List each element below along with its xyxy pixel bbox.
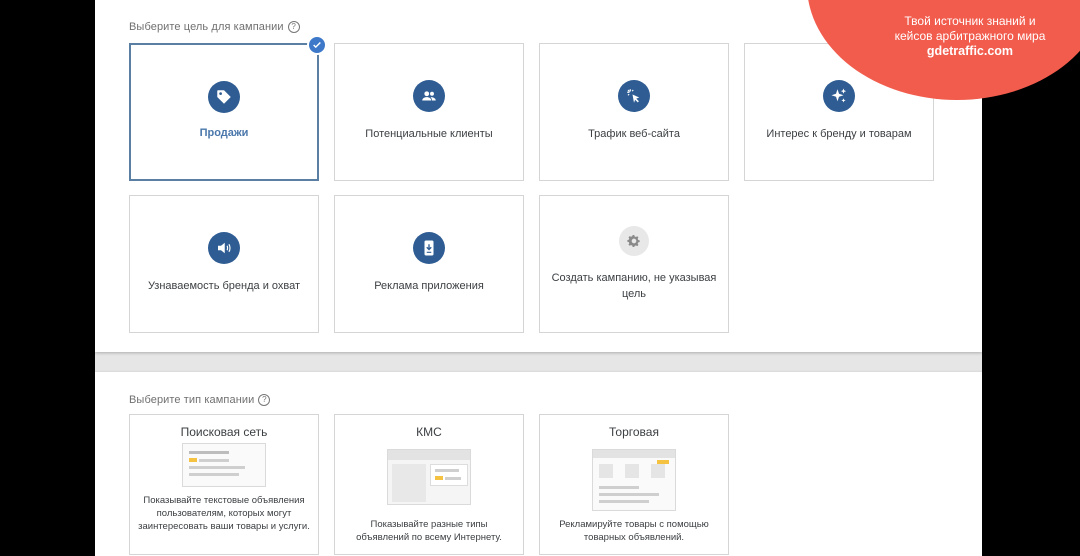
type-label: КМС xyxy=(416,425,442,439)
goal-card-awareness[interactable]: Узнаваемость бренда и охват xyxy=(129,195,319,333)
help-icon[interactable]: ? xyxy=(287,21,300,33)
goal-card-app-promo[interactable]: Реклама приложения xyxy=(334,195,524,333)
goal-card-no-goal[interactable]: Создать кампанию, не указывая цель xyxy=(539,195,729,333)
type-section-title-text: Выберите тип кампании xyxy=(129,394,255,406)
goal-label: Интерес к бренду и товарам xyxy=(766,128,912,140)
goal-label: Потенциальные клиенты xyxy=(365,128,493,140)
phone-download-icon xyxy=(413,232,445,264)
type-label: Торговая xyxy=(609,425,659,439)
type-description: Рекламируйте товары с помощью товарных о… xyxy=(559,519,709,543)
campaign-type-panel: Выберите тип кампании ? Поисковая сеть П… xyxy=(95,372,982,556)
watermark-text: Твой источник знаний и кейсов арбитражно… xyxy=(860,14,1080,59)
goal-label: Трафик веб-сайта xyxy=(588,128,680,140)
goal-section-title: Выберите цель для кампании ? xyxy=(129,21,300,33)
type-label: Поисковая сеть xyxy=(180,425,268,439)
display-ad-illustration xyxy=(387,449,471,505)
goal-card-leads[interactable]: Потенциальные клиенты xyxy=(334,43,524,181)
type-card-search[interactable]: Поисковая сеть Показывайте текстовые объ… xyxy=(129,414,319,555)
goal-label: Реклама приложения xyxy=(374,280,484,292)
cursor-click-icon xyxy=(618,80,650,112)
gear-icon xyxy=(619,226,649,256)
help-icon[interactable]: ? xyxy=(258,394,271,406)
goal-label: Узнаваемость бренда и охват xyxy=(147,280,301,292)
goal-card-traffic[interactable]: Трафик веб-сайта xyxy=(539,43,729,181)
type-description: Показывайте разные типы объявлений по вс… xyxy=(356,519,502,543)
search-ad-illustration xyxy=(182,443,266,487)
campaign-setup-area: Выберите цель для кампании ? Продажи Пот… xyxy=(95,0,982,556)
goal-label: Создать кампанию, не указывая цель xyxy=(551,272,717,300)
checkmark-icon xyxy=(307,35,327,55)
shopping-ad-illustration xyxy=(592,449,676,511)
tag-icon xyxy=(208,81,240,113)
sparkle-icon xyxy=(823,80,855,112)
goal-section-title-text: Выберите цель для кампании xyxy=(129,21,284,33)
goal-label: Продажи xyxy=(199,127,249,139)
people-icon xyxy=(413,80,445,112)
goal-card-sales[interactable]: Продажи xyxy=(129,35,327,181)
type-description: Показывайте текстовые объявления пользов… xyxy=(138,495,310,532)
type-section-title: Выберите тип кампании ? xyxy=(129,394,271,406)
watermark-line: Твой источник знаний и xyxy=(904,14,1036,28)
speaker-icon xyxy=(208,232,240,264)
watermark-line: кейсов арбитражного мира xyxy=(894,29,1046,43)
watermark-brand: gdetraffic.com xyxy=(926,44,1014,58)
type-card-shopping[interactable]: Торговая Рекламируйте товары с помощью т… xyxy=(539,414,729,555)
type-card-display[interactable]: КМС Показывайте разные типы объявлений п… xyxy=(334,414,524,555)
